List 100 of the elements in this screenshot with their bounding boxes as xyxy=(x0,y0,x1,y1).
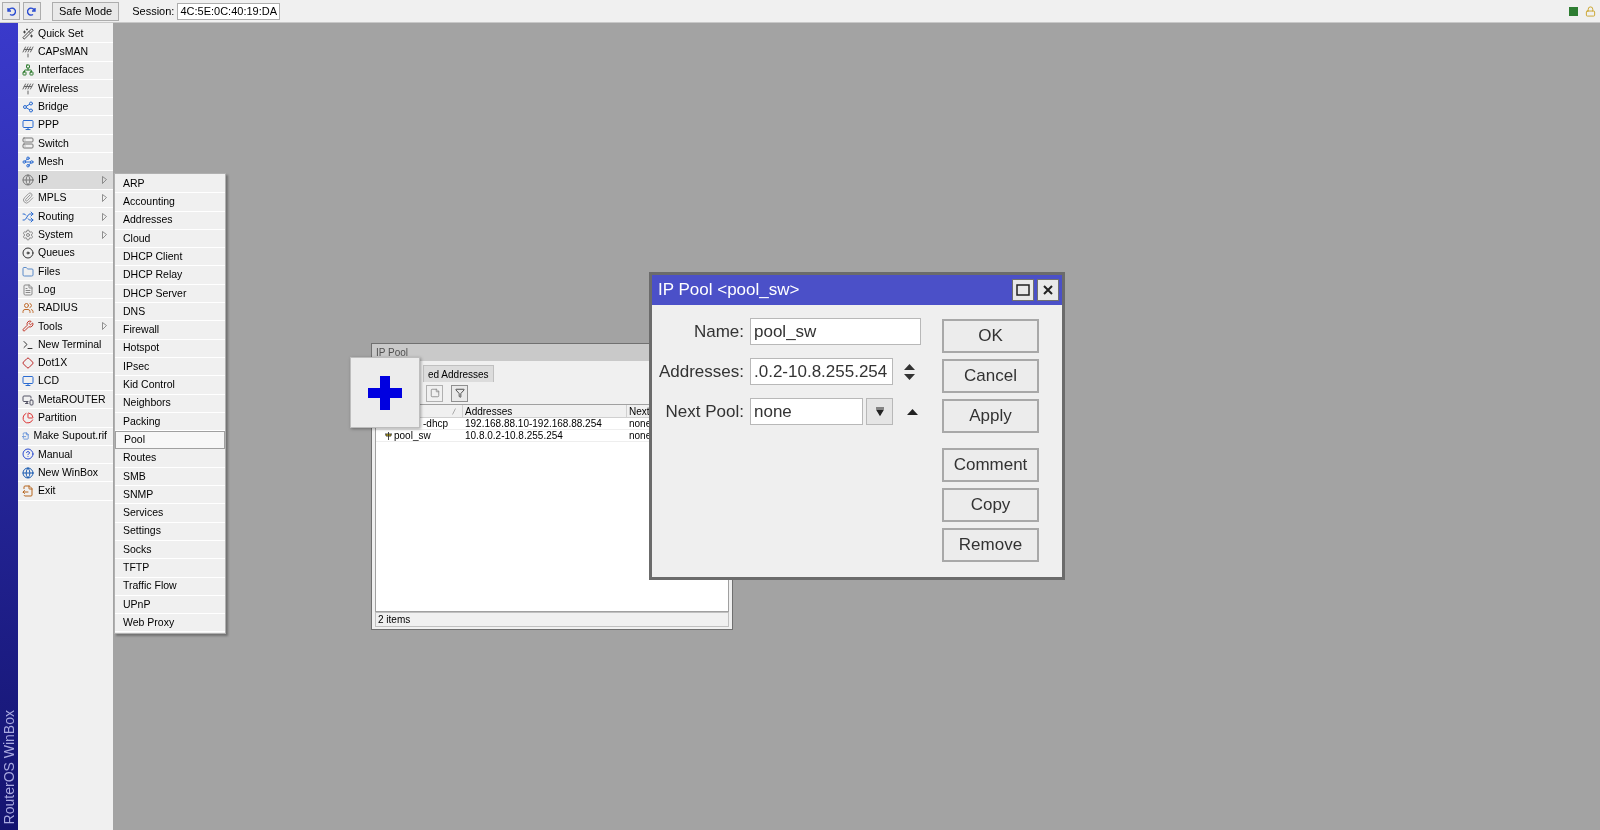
redo-button[interactable] xyxy=(23,2,41,20)
submenu-item[interactable]: ARP xyxy=(115,175,225,194)
undo-button[interactable] xyxy=(2,2,20,20)
sidebar-item[interactable]: Partition xyxy=(18,409,113,428)
terminal-icon xyxy=(22,338,34,351)
dialog-button[interactable]: Comment xyxy=(942,448,1039,482)
undo-icon xyxy=(6,6,16,16)
sidebar-item[interactable]: Make Supout.rif xyxy=(18,427,113,446)
session-field[interactable]: 4C:5E:0C:40:19:DA xyxy=(177,2,281,20)
sidebar-item[interactable]: MPLS xyxy=(18,189,113,208)
tab[interactable]: ed Addresses xyxy=(423,365,494,382)
sidebar-item[interactable]: Wireless xyxy=(18,79,113,99)
submenu-item[interactable]: Pool xyxy=(115,431,225,450)
sidebar-item[interactable]: Files xyxy=(18,262,113,282)
column-header[interactable]: Addresses xyxy=(463,405,627,417)
up-triangle-icon[interactable] xyxy=(906,407,919,416)
dialog-button[interactable]: Copy xyxy=(942,488,1039,522)
submenu-item[interactable]: DHCP Server xyxy=(115,284,225,304)
dialog-button[interactable]: Remove xyxy=(942,528,1039,562)
status-indicator-icon xyxy=(1569,6,1578,16)
submenu-item[interactable]: TFTP xyxy=(115,559,225,578)
submenu-item[interactable]: DHCP Client xyxy=(115,248,225,267)
sidebar-item[interactable]: Bridge xyxy=(18,98,113,117)
dialog-button[interactable]: Apply xyxy=(942,399,1039,433)
submenu-item[interactable]: Accounting xyxy=(115,193,225,212)
submenu-item[interactable]: DNS xyxy=(115,303,225,322)
submenu-item[interactable]: Services xyxy=(115,504,225,523)
submenu-item[interactable]: Cloud xyxy=(115,229,225,249)
maximize-button[interactable] xyxy=(1012,279,1034,301)
disc-icon xyxy=(22,247,34,260)
document-icon xyxy=(22,430,30,443)
submenu-item[interactable]: Neighbors xyxy=(115,394,225,413)
sidebar-label: MPLS xyxy=(38,190,68,206)
submenu-item[interactable]: Addresses xyxy=(115,211,225,230)
submenu-item[interactable]: Web Proxy xyxy=(115,614,225,633)
sidebar-item[interactable]: CAPsMAN xyxy=(18,43,113,62)
submenu-item[interactable]: Routes xyxy=(115,449,225,468)
submenu-item[interactable]: SNMP xyxy=(115,486,225,505)
submenu-arrow-icon xyxy=(102,322,107,331)
submenu-item[interactable]: Settings xyxy=(115,522,225,541)
close-button[interactable] xyxy=(1037,279,1059,301)
sidebar-item[interactable]: MetaROUTER xyxy=(18,390,113,410)
up-down-arrows-icon[interactable] xyxy=(903,362,916,381)
name-field[interactable]: pool_sw xyxy=(750,318,921,345)
sidebar-label: CAPsMAN xyxy=(38,44,90,60)
sidebar-item[interactable]: Manual xyxy=(18,445,113,465)
sidebar-label: Exit xyxy=(38,483,57,499)
sidebar-item[interactable]: Queues xyxy=(18,244,113,263)
safe-mode-button[interactable]: Safe Mode xyxy=(52,1,120,21)
dropdown-icon xyxy=(874,406,885,417)
antenna-icon xyxy=(22,45,34,58)
submenu-item[interactable]: Socks xyxy=(115,540,225,560)
maximize-icon xyxy=(1016,284,1030,296)
sidebar-item[interactable]: RADIUS xyxy=(18,299,113,318)
submenu-item[interactable]: Traffic Flow xyxy=(115,577,225,596)
globe-icon xyxy=(22,174,34,186)
sidebar-item[interactable]: New WinBox xyxy=(18,464,113,483)
dropdown-button[interactable] xyxy=(866,398,893,425)
pie-chart-icon xyxy=(22,411,34,424)
users-icon xyxy=(22,302,34,315)
addresses-field[interactable]: .0.2-10.8.255.254 xyxy=(750,358,893,385)
sidebar-item[interactable]: PPP xyxy=(18,116,113,135)
submenu-item[interactable]: Hotspot xyxy=(115,339,225,358)
monitor-icon xyxy=(22,119,34,132)
dialog-button[interactable]: Cancel xyxy=(942,359,1039,393)
submenu-item[interactable]: IPsec xyxy=(115,357,225,377)
sidebar-label: PPP xyxy=(38,117,60,133)
sidebar-item[interactable]: IP xyxy=(18,171,113,190)
sidebar-item[interactable]: Quick Set xyxy=(18,25,113,44)
submenu-item[interactable]: DHCP Relay xyxy=(115,266,225,285)
sidebar-label: Make Supout.rif xyxy=(33,428,107,444)
close-icon xyxy=(1042,284,1054,296)
submenu-item[interactable]: Firewall xyxy=(115,321,225,340)
submenu-item[interactable]: SMB xyxy=(115,467,225,487)
sidebar-label: Routing xyxy=(38,208,76,224)
sidebar-label: Bridge xyxy=(38,98,70,114)
sidebar-label: New WinBox xyxy=(38,464,100,480)
sidebar-item[interactable]: Dot1X xyxy=(18,354,113,373)
next-pool-field[interactable]: none xyxy=(750,398,863,425)
sidebar-label: LCD xyxy=(38,373,60,389)
sidebar-item[interactable]: System xyxy=(18,226,113,245)
sidebar-item[interactable]: Switch xyxy=(18,134,113,154)
submenu-item[interactable]: Kid Control xyxy=(115,376,225,395)
sidebar-label: Interfaces xyxy=(38,62,86,78)
sidebar-item[interactable]: Tools xyxy=(18,317,113,337)
sidebar-label: RADIUS xyxy=(38,300,79,316)
add-button[interactable] xyxy=(350,357,420,428)
filter-button[interactable] xyxy=(451,384,468,402)
sidebar-item[interactable]: Routing xyxy=(18,207,113,227)
sidebar-item[interactable]: Log xyxy=(18,281,113,300)
session-label: Session: xyxy=(132,3,175,19)
sidebar-item[interactable]: Exit xyxy=(18,482,113,501)
document-icon xyxy=(22,283,34,296)
sidebar-item[interactable]: LCD xyxy=(18,372,113,391)
dialog-button[interactable]: OK xyxy=(942,319,1039,353)
submenu-item[interactable]: UPnP xyxy=(115,595,225,615)
status-text: 2 items xyxy=(378,613,411,627)
sidebar-item[interactable]: Interfaces xyxy=(18,61,113,80)
sidebar-label: Dot1X xyxy=(38,355,69,371)
sidebar-item[interactable]: New Terminal xyxy=(18,336,113,355)
